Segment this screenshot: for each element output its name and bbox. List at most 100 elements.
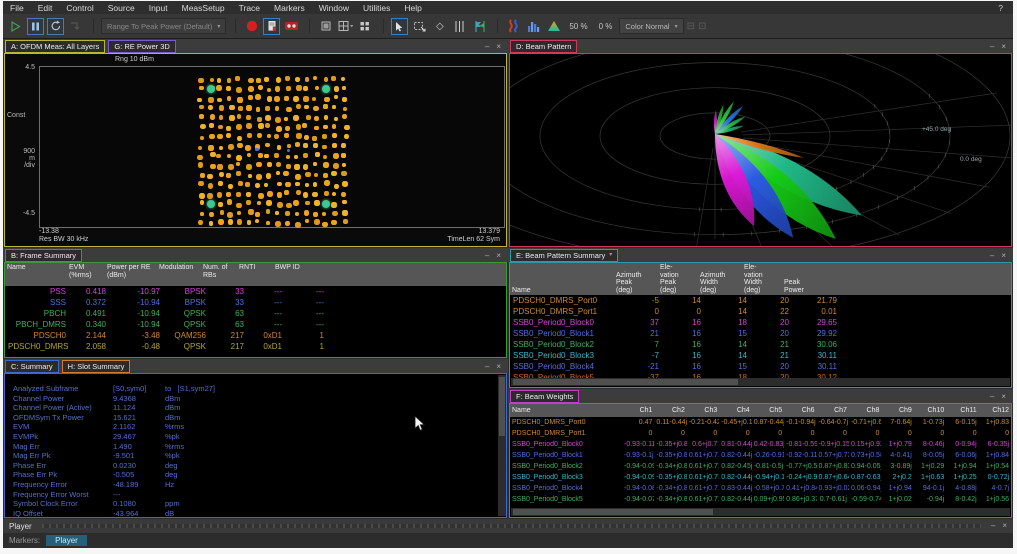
menu-item-input[interactable]: Input (142, 3, 175, 13)
menu-item-meassetup[interactable]: MeasSetup (175, 3, 232, 13)
close-button[interactable]: × (1001, 43, 1006, 51)
scrollbar-thumb[interactable] (513, 379, 738, 385)
minimize-button[interactable]: – (485, 43, 489, 51)
scrollbar-thumb[interactable] (513, 509, 713, 515)
recording-playback-button[interactable] (283, 18, 300, 35)
minimize-button[interactable]: – (991, 522, 1002, 530)
tab-beam-pattern[interactable]: D: Beam Pattern (510, 40, 577, 53)
tab-slot-summary[interactable]: H: Slot Summary (62, 360, 131, 373)
constellation-point (332, 124, 337, 129)
band-lines-button[interactable] (451, 18, 468, 35)
menu-item-trace[interactable]: Trace (232, 3, 267, 13)
constellation-point (256, 107, 261, 112)
report-button[interactable] (263, 18, 280, 35)
select-tool-button[interactable] (391, 18, 408, 35)
cell-evm: 0.491 (69, 308, 109, 319)
restart-button[interactable] (47, 18, 64, 35)
summary-value: [S0,sym0] (113, 384, 165, 394)
pause-button[interactable] (27, 18, 44, 35)
constellation-point (315, 152, 320, 157)
single-trace-layout-button[interactable] (317, 18, 334, 35)
cell-name: SSB0_Period0_Block3 (510, 350, 616, 361)
menu-item-edit[interactable]: Edit (31, 3, 60, 13)
vertical-scrollbar[interactable] (498, 375, 506, 516)
cell-weight: -0.81-0.5j (752, 461, 784, 472)
close-button[interactable]: × (1001, 393, 1006, 401)
tab-ofdm-meas-all-layers[interactable]: A: OFDM Meas: All Layers (5, 40, 105, 53)
horizontal-scrollbar[interactable] (511, 378, 1010, 386)
y-max-label: 4.5 (7, 64, 35, 71)
single-step-button[interactable] (67, 18, 84, 35)
constellation-point (236, 87, 242, 93)
tab-beam-pattern-summary[interactable]: E: Beam Pattern Summary ▾ (510, 249, 618, 262)
constellation-point (295, 77, 301, 83)
constellation-plot[interactable]: Rng 10 dBm 4.5 Const 900 m /div -4.5 -13… (4, 53, 507, 247)
menu-item-file[interactable]: File (3, 3, 31, 13)
colormap-triangle-button[interactable] (545, 18, 562, 35)
menu-item-utilities[interactable]: Utilities (356, 3, 397, 13)
minimize-button[interactable]: – (485, 363, 489, 371)
menu-item-control[interactable]: Control (59, 3, 100, 13)
tab-beam-weights[interactable]: F: Beam Weights (510, 390, 579, 403)
range-preset-dropdown[interactable]: Range To Peak Power (Default) ▾ (101, 18, 226, 34)
close-button[interactable]: × (1002, 522, 1013, 530)
window-controls: – × (990, 252, 1011, 262)
summary-label: Channel Power (13, 394, 113, 404)
play-button[interactable] (7, 18, 24, 35)
tab-frame-summary[interactable]: B: Frame Summary (5, 249, 82, 262)
band-marker-button[interactable] (471, 18, 488, 35)
cell-weight: -0.1-0.94j (784, 417, 816, 428)
table-row: SSB0_Period0_Block0-0.93-0.11j-0.35+j0.8… (510, 439, 1011, 450)
constellation-point (331, 76, 336, 81)
cell-weight: -0.71+j0.66 (849, 417, 881, 428)
menu-item-markers[interactable]: Markers (267, 3, 312, 13)
menu-item-help[interactable]: Help (397, 3, 428, 13)
cell-weight: -0.94-0.07j (622, 494, 654, 505)
minimize-button[interactable]: – (990, 252, 994, 260)
record-button[interactable] (243, 18, 260, 35)
color-mode-dropdown[interactable]: Color Normal ▾ (619, 18, 683, 34)
constellation-point (276, 171, 281, 176)
dropdown-caret-icon: ▾ (217, 23, 220, 30)
constellation-point (274, 96, 280, 102)
close-button[interactable]: × (496, 43, 501, 51)
minimize-button[interactable]: – (485, 252, 489, 260)
tab-re-power-3d[interactable]: G: RE Power 3D (108, 40, 175, 53)
close-button[interactable]: × (496, 252, 501, 260)
transparency-percent[interactable]: 50 % (565, 22, 591, 31)
constellation-point (295, 142, 300, 147)
marker-diamond-button[interactable]: ◇ (431, 18, 448, 35)
histogram-button[interactable] (525, 18, 542, 35)
minimize-button[interactable]: – (990, 43, 994, 51)
player-seek-slider[interactable] (42, 524, 981, 528)
cell-rbs: 217 (209, 330, 247, 341)
tab-summary[interactable]: C: Summary (5, 360, 59, 373)
cell-el_w: 20 (750, 317, 792, 328)
cell-weight: -0.94-0.08j (622, 483, 654, 494)
constellation-point (284, 117, 288, 121)
panel-e-header: E: Beam Pattern Summary ▾ – × (508, 248, 1013, 262)
zoom-select-tool-button[interactable] (411, 18, 428, 35)
markers-player-tab[interactable]: Player (46, 535, 87, 546)
beam-pattern-3d-view[interactable]: +45.0 deg0.0 deg (509, 53, 1012, 247)
spectrogram-colormap-button[interactable] (505, 18, 522, 35)
constellation-point (322, 145, 326, 149)
panel-a-header: A: OFDM Meas: All Layers G: RE Power 3D … (3, 39, 508, 53)
close-button[interactable]: × (1001, 252, 1006, 260)
table-header-row: NameEVM (%rms)Power per RE (dBm)Modulati… (5, 263, 506, 286)
horizontal-scrollbar[interactable] (511, 508, 1010, 516)
tile-windows-button[interactable] (357, 18, 374, 35)
extra-tool-icon[interactable]: ⊟ (687, 21, 695, 32)
grid-layout-dropdown[interactable] (337, 18, 354, 35)
menu-item-source[interactable]: Source (101, 3, 142, 13)
extra-tool-icon[interactable]: ⊡ (698, 21, 706, 32)
floor-percent[interactable]: 0 % (595, 22, 617, 31)
scrollbar-thumb[interactable] (499, 377, 505, 436)
summary-line: IQ Offset-43.964dB (13, 509, 506, 518)
help-icon[interactable]: ? (998, 3, 1013, 13)
minimize-button[interactable]: – (990, 393, 994, 401)
constellation-point (246, 115, 251, 120)
menu-item-window[interactable]: Window (312, 3, 356, 13)
toolbar-separator (377, 19, 384, 33)
close-button[interactable]: × (496, 363, 501, 371)
